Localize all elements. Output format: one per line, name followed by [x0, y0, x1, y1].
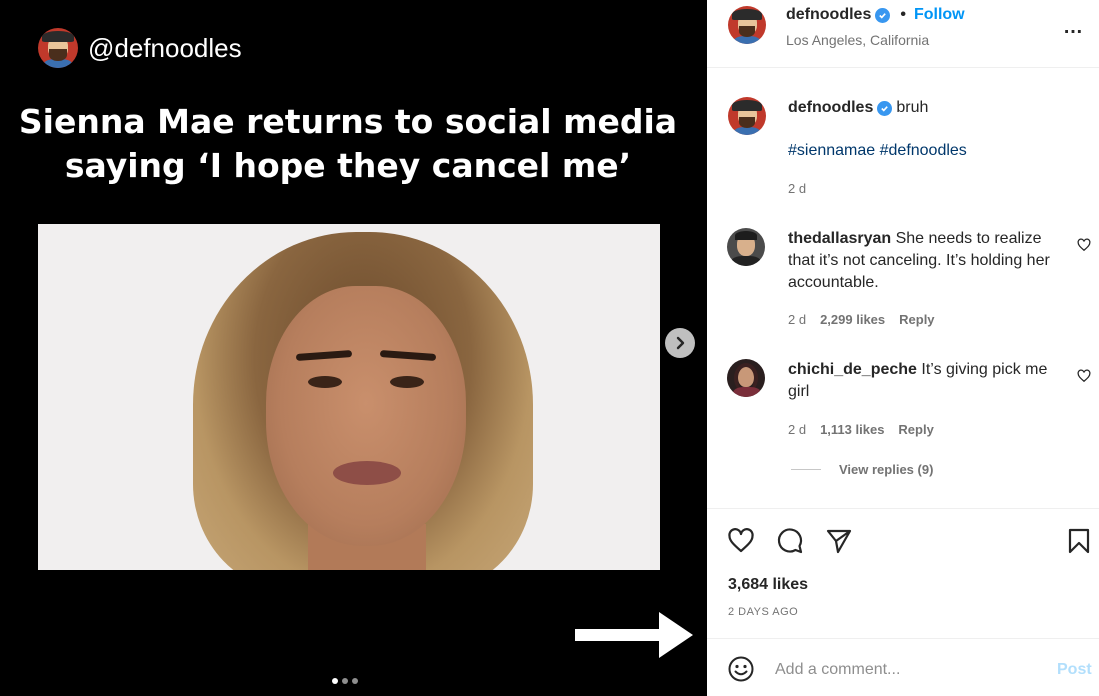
post-time: 2 DAYS AGO [728, 606, 799, 618]
view-replies-label: View replies (9) [839, 462, 934, 477]
comment-1-meta: 2 d 2,299 likes Reply [788, 312, 935, 327]
like-comment-heart-icon[interactable] [1077, 369, 1091, 383]
reply-button[interactable]: Reply [899, 312, 934, 327]
comment-bubble-icon[interactable] [776, 527, 804, 555]
headline-line-2: saying ‘I hope they cancel me’ [64, 146, 632, 185]
emoji-icon[interactable] [728, 656, 754, 682]
view-replies-button[interactable]: View replies (9) [791, 462, 933, 477]
post-likes[interactable]: 3,684 likes [728, 576, 808, 594]
comment-avatar[interactable] [727, 228, 765, 266]
comment-username[interactable]: chichi_de_peche [788, 361, 917, 378]
verified-badge-icon [877, 100, 893, 116]
author-line: defnoodles • Follow [786, 6, 965, 24]
post-sidebar: defnoodles • Follow Los Angeles, Califor… [707, 0, 1099, 696]
verified-badge-icon [875, 7, 891, 23]
arrow-right-icon [575, 612, 693, 658]
separator-dot: • [900, 6, 906, 23]
share-paper-plane-icon[interactable] [825, 527, 853, 555]
comment-avatar[interactable] [727, 359, 765, 397]
slide-dot-2 [342, 678, 348, 684]
post-media: @defnoodles Sienna Mae returns to social… [0, 0, 707, 696]
post-actions: 3,684 likes 2 DAYS AGO [707, 508, 1099, 638]
comment-2: chichi_de_peche It’s giving pick me girl [788, 359, 1050, 403]
comment-input[interactable]: Add a comment... [775, 661, 900, 679]
caption-time: 2 d [788, 181, 807, 196]
follow-button[interactable]: Follow [914, 6, 965, 24]
next-slide-button[interactable] [665, 328, 695, 358]
media-handle: @defnoodles [38, 28, 242, 68]
media-headline: Sienna Mae returns to social media sayin… [0, 100, 696, 188]
headline-line-1: Sienna Mae returns to social media [18, 102, 678, 141]
reply-button[interactable]: Reply [898, 422, 933, 437]
media-handle-text: @defnoodles [88, 32, 242, 63]
post-comment-button[interactable]: Post [1057, 661, 1092, 679]
comment-composer: Add a comment... Post [707, 638, 1099, 696]
caption-avatar[interactable] [728, 97, 766, 135]
save-bookmark-icon[interactable] [1065, 527, 1093, 555]
post-location[interactable]: Los Angeles, California [786, 32, 929, 48]
comment-username[interactable]: thedallasryan [788, 230, 891, 247]
media-avatar [38, 28, 78, 68]
replies-divider [791, 469, 821, 470]
caption-hashtags[interactable]: #siennamae #defnoodles [788, 142, 967, 160]
like-comment-heart-icon[interactable] [1077, 238, 1091, 252]
comment-1: thedallasryan She needs to realize that … [788, 228, 1050, 294]
slide-dot-3 [352, 678, 358, 684]
post-header: defnoodles • Follow Los Angeles, Califor… [707, 0, 1099, 68]
slide-indicator [332, 678, 358, 684]
author-username[interactable]: defnoodles [786, 6, 871, 24]
author-avatar[interactable] [728, 6, 766, 44]
comment-2-meta: 2 d 1,113 likes Reply [788, 422, 934, 437]
comment-likes[interactable]: 2,299 likes [820, 312, 885, 327]
like-heart-icon[interactable] [727, 527, 755, 555]
media-photo [38, 224, 660, 570]
chevron-right-icon [676, 336, 685, 350]
caption-text: bruh [896, 99, 929, 116]
slide-dot-1 [332, 678, 338, 684]
more-options-icon[interactable]: … [1063, 16, 1084, 39]
comment-likes[interactable]: 1,113 likes [820, 422, 884, 437]
caption: defnoodles bruh [788, 99, 928, 117]
comment-time: 2 d [788, 312, 807, 327]
caption-username[interactable]: defnoodles [788, 99, 873, 117]
comment-time: 2 d [788, 422, 807, 437]
